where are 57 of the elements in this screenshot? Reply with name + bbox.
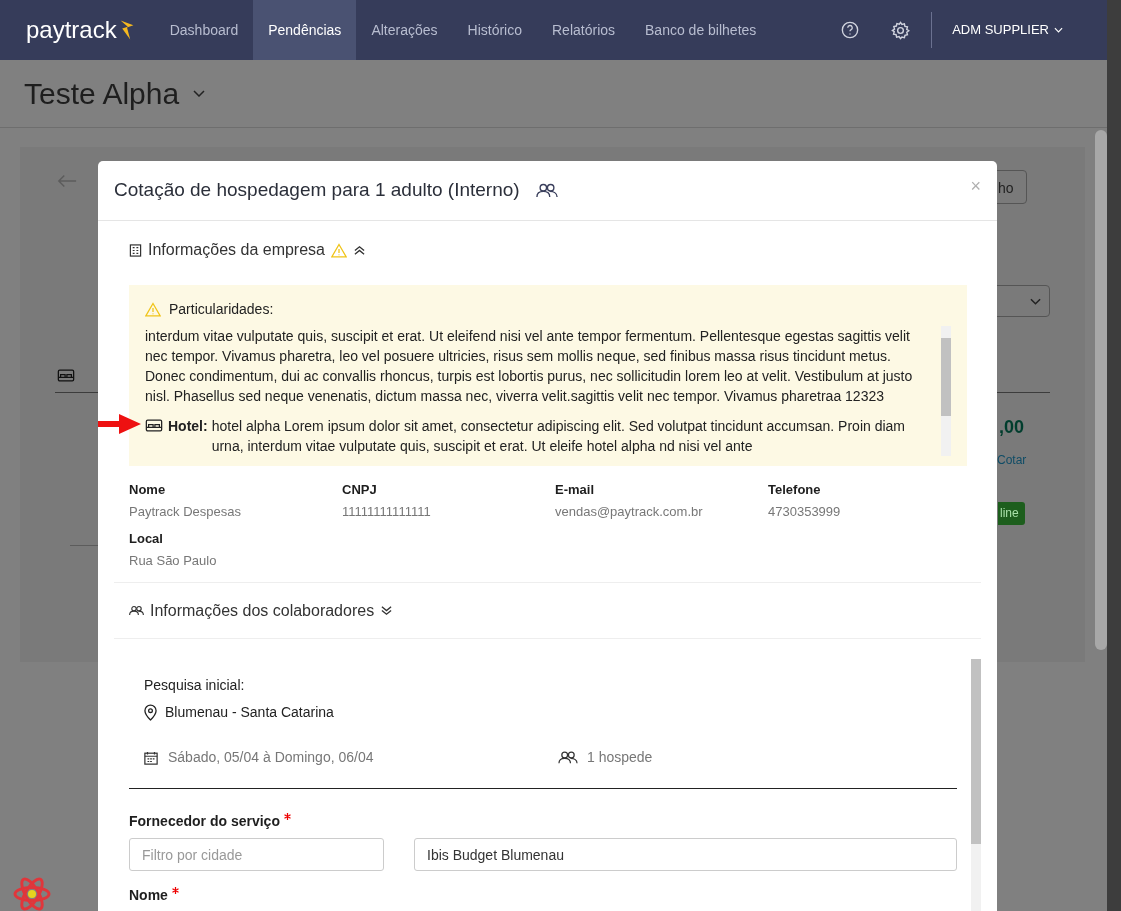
location-pin-icon — [144, 704, 157, 721]
background-badge: line — [998, 502, 1025, 525]
date-range: Sábado, 05/04 à Domingo, 06/04 — [168, 748, 374, 767]
calendar-icon — [144, 750, 158, 765]
field-label: Nome — [129, 885, 957, 906]
hotel-input[interactable]: Ibis Budget Blumenau — [414, 838, 957, 871]
background-amount: ,00 — [999, 416, 1025, 439]
field-label: Fornecedor do serviço — [129, 811, 957, 832]
caret-icon — [1054, 27, 1063, 33]
section-toggle[interactable]: Informações dos colaboradores — [150, 598, 375, 623]
field-label: Nome — [129, 481, 167, 499]
caret-icon — [193, 90, 206, 97]
field-value: Rua São Paulo — [129, 551, 218, 570]
field-value: vendas@paytrack.com.br — [555, 502, 704, 521]
field-value: 11111111111111 — [342, 502, 432, 521]
section-toggle[interactable]: Informações da empresa — [148, 238, 325, 262]
people-icon — [558, 750, 578, 765]
modal-title: Cotação de hospedagem para 1 adulto (Interno) — [114, 178, 520, 203]
arrow-icon — [98, 412, 143, 436]
hotel-label: Hotel: — [168, 417, 208, 436]
scrollbar-thumb[interactable] — [1095, 130, 1107, 650]
atom-icon[interactable] — [12, 874, 52, 911]
building-icon — [129, 243, 142, 257]
location-text: Blumenau - Santa Catarina — [165, 703, 334, 722]
nav-tab[interactable]: Banco de bilhetes — [630, 0, 772, 60]
scrollbar-thumb[interactable] — [941, 338, 951, 416]
city-filter-input[interactable]: Filtro por cidade — [129, 838, 384, 871]
scrollbar-thumb[interactable] — [971, 659, 981, 844]
chevron-icon — [1030, 297, 1041, 305]
nav-tab[interactable]: Alterações — [356, 0, 453, 60]
browser-scrollbar[interactable] — [1107, 0, 1121, 911]
notice-text: interdum vitae vulputate quis, suscipit et erat. Ut eleifend nisi vel ante tempor fermentum. Pellentesque egestas sagittis velit nec tempor. Vivamus pharetra, leo vel posuere ultricies, risus sem mollis neque, sed finibus massa risus tincidunt metus. Donec condimentum, dui ac convallis rhoncus, turpis est lobortis purus, nec sollicitudin lorem leo at velit. Vestibulum at justo nisl. Phasellus sed neque venenatis, dictum massa nec, viverra velit.sagittis velit nec tempor. Vivamus pharetraa 12323 — [145, 327, 914, 406]
page-title: Teste Alpha — [24, 76, 180, 112]
warning-icon — [145, 302, 161, 317]
people-icon — [129, 605, 144, 616]
guest-count: 1 hospede — [587, 748, 653, 767]
nav-tab[interactable]: Histórico — [452, 0, 537, 60]
nav-tab[interactable]: Relatórios — [537, 0, 631, 60]
back-arrow-icon — [57, 174, 77, 188]
field-label: E-mail — [555, 481, 595, 499]
field-value: Paytrack Despesas — [129, 502, 242, 521]
paytrack-logo[interactable]: paytrack — [26, 0, 135, 60]
user-menu[interactable]: ADM SUPPLIER — [932, 0, 1107, 60]
search-heading: Pesquisa inicial: — [144, 676, 246, 695]
field-label: CNPJ — [342, 481, 378, 499]
settings-icon[interactable] — [891, 20, 911, 40]
nav-tab[interactable]: Dashboard — [154, 0, 254, 60]
field-label: Telefone — [768, 481, 822, 499]
help-icon[interactable] — [841, 21, 860, 39]
bed-icon — [57, 368, 75, 383]
nav-tab[interactable]: Pendências — [253, 0, 357, 60]
field-value: 4730353999 — [768, 502, 842, 521]
notice-heading: Particularidades: — [169, 300, 274, 319]
bed-icon — [145, 418, 163, 433]
field-label: Local — [129, 530, 164, 548]
people-icon — [535, 183, 558, 198]
hotel-text: hotel alpha Lorem ipsum dolor sit amet, consectetur adipiscing elit. Sed volutpat tincidunt accumsan. Proin diam urna, interdum vitae vulputate quis, suscipit et erat. Ut eleife hotel alpha nd nisi vel ante — [211, 417, 907, 456]
